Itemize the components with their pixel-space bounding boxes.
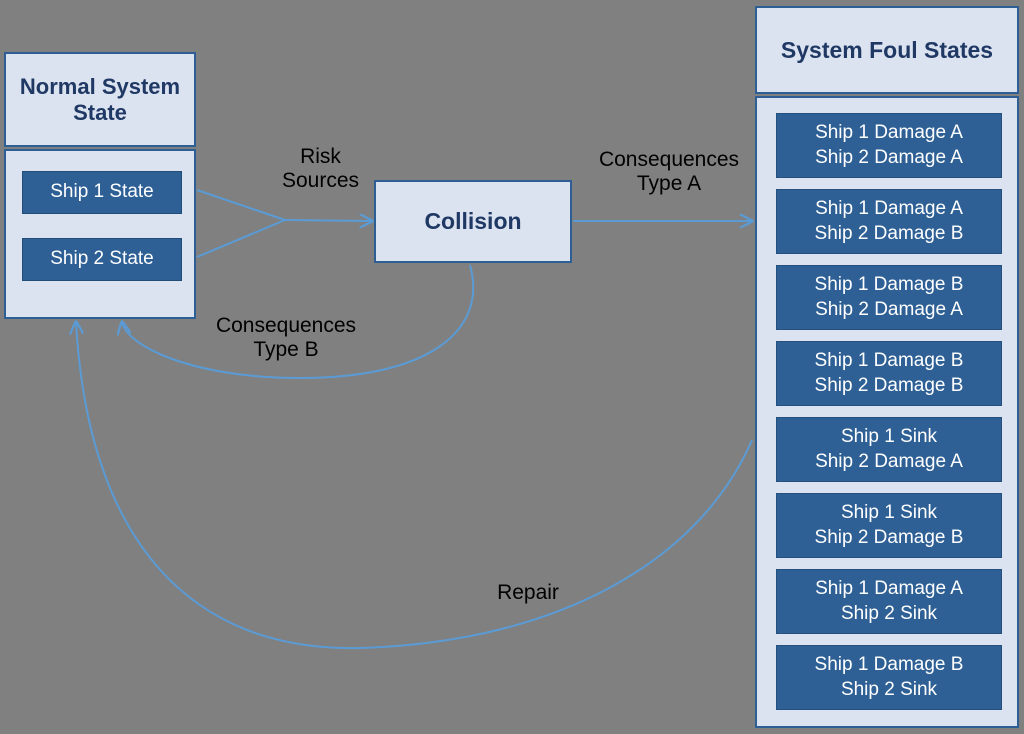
collision-title: Collision — [424, 208, 522, 235]
risk-sources-label: Risk Sources — [281, 145, 360, 193]
ship-1-state-chip[interactable]: Ship 1 State — [22, 171, 182, 214]
foul-state-item[interactable]: Ship 1 Sink Ship 2 Damage A — [776, 417, 1002, 482]
system-foul-states-title: System Foul States — [780, 36, 994, 63]
wire-risk-sources — [284, 220, 372, 221]
foul-state-line-1: Ship 1 Sink — [840, 426, 938, 448]
system-foul-states-body: Ship 1 Damage A Ship 2 Damage A Ship 1 D… — [755, 96, 1019, 728]
system-foul-states-header: System Foul States — [755, 6, 1019, 94]
wire-ship1-to-junction — [196, 189, 286, 221]
foul-state-item[interactable]: Ship 1 Damage A Ship 2 Damage A — [776, 113, 1002, 178]
foul-state-line-2: Ship 2 Sink — [840, 602, 938, 624]
normal-system-state-body: Ship 1 State Ship 2 State — [4, 149, 196, 319]
foul-state-line-2: Ship 2 Damage B — [814, 526, 964, 548]
normal-system-state-header: Normal System State — [4, 52, 196, 147]
foul-state-line-1: Ship 1 Damage B — [814, 350, 964, 372]
foul-state-item[interactable]: Ship 1 Sink Ship 2 Damage B — [776, 493, 1002, 558]
ship-1-state-label: Ship 1 State — [50, 181, 154, 203]
foul-state-line-1: Ship 1 Sink — [840, 502, 938, 524]
collision-node[interactable]: Collision — [374, 180, 572, 263]
foul-state-line-1: Ship 1 Damage A — [815, 122, 963, 144]
wire-ship2-to-junction — [196, 219, 286, 258]
ship-2-state-label: Ship 2 State — [50, 248, 154, 270]
foul-state-list: Ship 1 Damage A Ship 2 Damage A Ship 1 D… — [776, 113, 1002, 711]
foul-state-item[interactable]: Ship 1 Damage B Ship 2 Damage A — [776, 265, 1002, 330]
foul-state-line-1: Ship 1 Damage B — [814, 274, 964, 296]
consequences-type-b-label: Consequences Type B — [215, 314, 357, 362]
foul-state-item[interactable]: Ship 1 Damage A Ship 2 Damage B — [776, 189, 1002, 254]
foul-state-line-2: Ship 2 Damage B — [814, 374, 964, 396]
foul-state-line-2: Ship 2 Sink — [840, 678, 938, 700]
ship-2-state-chip[interactable]: Ship 2 State — [22, 238, 182, 281]
foul-state-line-2: Ship 2 Damage A — [815, 146, 963, 168]
repair-label: Repair — [497, 581, 559, 604]
foul-state-line-2: Ship 2 Damage A — [815, 298, 963, 320]
foul-state-item[interactable]: Ship 1 Damage A Ship 2 Sink — [776, 569, 1002, 634]
foul-state-item[interactable]: Ship 1 Damage B Ship 2 Damage B — [776, 341, 1002, 406]
foul-state-line-1: Ship 1 Damage A — [815, 578, 963, 600]
foul-state-line-1: Ship 1 Damage A — [815, 198, 963, 220]
foul-state-item[interactable]: Ship 1 Damage B Ship 2 Sink — [776, 645, 1002, 710]
foul-state-line-2: Ship 2 Damage A — [815, 450, 963, 472]
wire-repair — [76, 322, 753, 650]
normal-system-state-title: Normal System State — [19, 74, 181, 125]
diagram-canvas: Normal System State Ship 1 State Ship 2 … — [0, 0, 1024, 734]
foul-state-line-1: Ship 1 Damage B — [814, 654, 964, 676]
consequences-type-a-label: Consequences Type A — [598, 148, 740, 196]
foul-state-line-2: Ship 2 Damage B — [814, 222, 964, 244]
